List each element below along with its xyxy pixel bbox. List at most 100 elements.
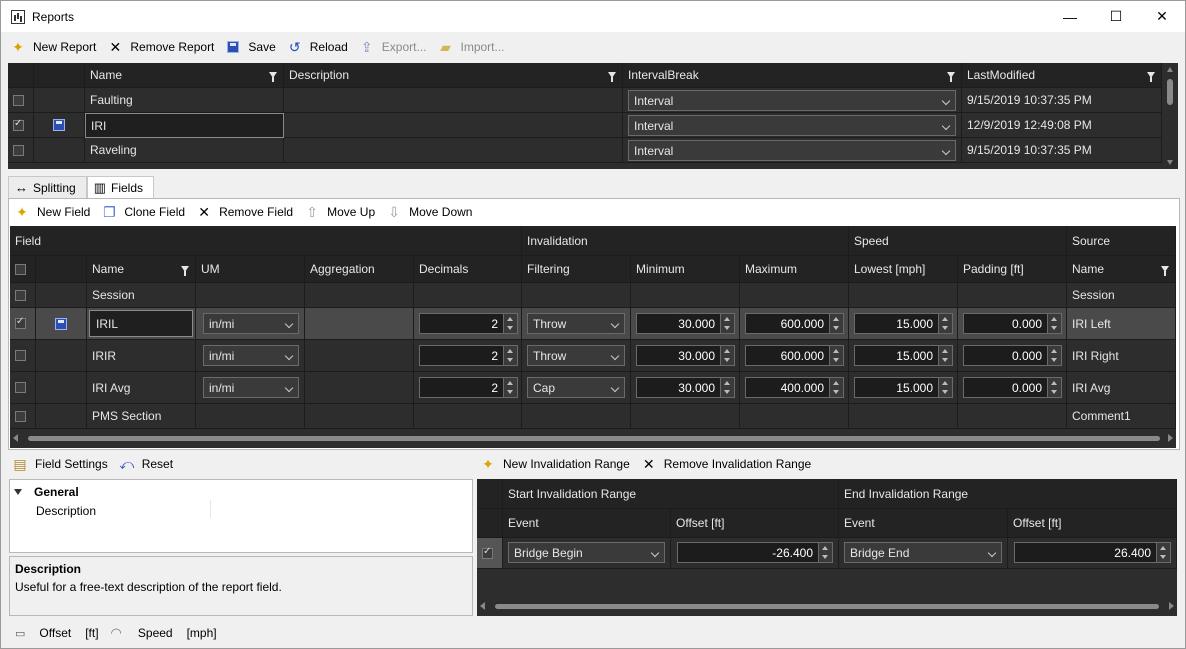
decimals-stepper[interactable]: 2 bbox=[419, 345, 518, 366]
spin-arrows-icon[interactable] bbox=[830, 377, 844, 398]
field-name-cell[interactable]: Session bbox=[87, 283, 196, 308]
scroll-left-icon[interactable] bbox=[13, 434, 18, 442]
horizontal-scrollbar[interactable] bbox=[10, 431, 1176, 445]
source-name-cell[interactable]: Session bbox=[1067, 283, 1176, 308]
source-name-cell[interactable]: IRI Left bbox=[1067, 308, 1176, 340]
tab-fields[interactable]: ▥ Fields bbox=[86, 176, 155, 199]
spin-arrows-icon[interactable] bbox=[504, 313, 518, 334]
move-up-button[interactable]: ⇧ Move Up bbox=[303, 201, 375, 223]
offset-unit[interactable]: [ft] bbox=[85, 626, 98, 640]
scroll-up-icon[interactable] bbox=[1167, 67, 1173, 72]
padding-value[interactable]: 0.000 bbox=[963, 377, 1048, 398]
horizontal-scrollbar[interactable] bbox=[477, 599, 1177, 613]
field-name-cell[interactable]: IRI Avg bbox=[87, 372, 196, 404]
lowest-stepper[interactable]: 15.000 bbox=[854, 313, 953, 334]
filter-icon[interactable] bbox=[269, 72, 277, 82]
report-description-cell[interactable] bbox=[284, 88, 623, 113]
row-checkbox[interactable] bbox=[13, 144, 24, 156]
column-header-minimum[interactable]: Minimum bbox=[631, 256, 740, 283]
column-header-maximum[interactable]: Maximum bbox=[740, 256, 849, 283]
scrollbar-thumb[interactable] bbox=[1167, 79, 1173, 105]
maximum-value[interactable]: 600.000 bbox=[745, 345, 830, 366]
spin-arrows-icon[interactable] bbox=[939, 313, 953, 334]
column-header-start-event[interactable]: Event bbox=[503, 509, 671, 538]
filtering-dropdown[interactable]: Throw bbox=[527, 345, 625, 366]
column-header-start-offset[interactable]: Offset [ft] bbox=[671, 509, 839, 538]
row-checkbox[interactable] bbox=[15, 289, 26, 301]
lowest-value[interactable]: 15.000 bbox=[854, 345, 939, 366]
column-header-description[interactable]: Description bbox=[284, 63, 623, 88]
spin-arrows-icon[interactable] bbox=[819, 542, 833, 563]
padding-stepper[interactable]: 0.000 bbox=[963, 313, 1062, 334]
column-header-source-name[interactable]: Name bbox=[1067, 256, 1176, 283]
interval-break-dropdown[interactable]: Interval bbox=[628, 115, 956, 136]
filtering-dropdown[interactable]: Throw bbox=[527, 313, 625, 334]
spin-arrows-icon[interactable] bbox=[1048, 313, 1062, 334]
reset-button[interactable]: ⤺ Reset bbox=[118, 453, 173, 475]
column-header-decimals[interactable]: Decimals bbox=[414, 256, 522, 283]
filter-icon[interactable] bbox=[608, 72, 616, 82]
new-field-button[interactable]: ✦ New Field bbox=[13, 201, 90, 223]
remove-report-button[interactable]: ✕ Remove Report bbox=[106, 36, 214, 58]
filter-icon[interactable] bbox=[947, 72, 955, 82]
vertical-scrollbar[interactable] bbox=[1162, 63, 1178, 169]
source-name-cell[interactable]: IRI Avg bbox=[1067, 372, 1176, 404]
collapse-icon[interactable] bbox=[14, 489, 22, 495]
spin-arrows-icon[interactable] bbox=[939, 345, 953, 366]
minimum-stepper[interactable]: 30.000 bbox=[636, 345, 735, 366]
um-dropdown[interactable]: in/mi bbox=[203, 345, 299, 366]
report-name-cell[interactable]: Faulting bbox=[85, 88, 284, 113]
padding-value[interactable]: 0.000 bbox=[963, 313, 1048, 334]
scroll-right-icon[interactable] bbox=[1168, 434, 1173, 442]
minimum-value[interactable]: 30.000 bbox=[636, 345, 721, 366]
select-all-checkbox[interactable] bbox=[15, 263, 26, 275]
speed-unit[interactable]: [mph] bbox=[187, 626, 217, 640]
interval-break-dropdown[interactable]: Interval bbox=[628, 90, 956, 111]
um-dropdown[interactable]: in/mi bbox=[203, 313, 299, 334]
lowest-value[interactable]: 15.000 bbox=[854, 313, 939, 334]
spin-arrows-icon[interactable] bbox=[830, 345, 844, 366]
column-header-end-event[interactable]: Event bbox=[839, 509, 1008, 538]
spin-arrows-icon[interactable] bbox=[1048, 377, 1062, 398]
save-button[interactable]: Save bbox=[224, 36, 276, 58]
minimum-value[interactable]: 30.000 bbox=[636, 377, 721, 398]
scroll-down-icon[interactable] bbox=[1167, 160, 1173, 165]
clone-field-button[interactable]: ❐ Clone Field bbox=[100, 201, 185, 223]
minimum-value[interactable]: 30.000 bbox=[636, 313, 721, 334]
filter-icon[interactable] bbox=[1147, 72, 1155, 82]
spin-arrows-icon[interactable] bbox=[721, 377, 735, 398]
maximum-stepper[interactable]: 600.000 bbox=[745, 345, 844, 366]
column-header-lowest[interactable]: Lowest [mph] bbox=[849, 256, 958, 283]
maximum-stepper[interactable]: 400.000 bbox=[745, 377, 844, 398]
reload-button[interactable]: ↺ Reload bbox=[286, 36, 348, 58]
spin-arrows-icon[interactable] bbox=[721, 345, 735, 366]
source-name-cell[interactable]: IRI Right bbox=[1067, 340, 1176, 372]
row-checkbox[interactable] bbox=[15, 382, 26, 393]
property-description-value[interactable] bbox=[210, 500, 470, 518]
decimals-value[interactable]: 2 bbox=[419, 345, 504, 366]
report-name-cell[interactable]: Raveling bbox=[85, 138, 284, 163]
column-header-end-offset[interactable]: Offset [ft] bbox=[1008, 509, 1177, 538]
close-button[interactable]: ✕ bbox=[1139, 1, 1185, 32]
remove-invalidation-range-button[interactable]: ✕ Remove Invalidation Range bbox=[640, 453, 811, 475]
spin-arrows-icon[interactable] bbox=[504, 345, 518, 366]
lowest-stepper[interactable]: 15.000 bbox=[854, 345, 953, 366]
start-offset-value[interactable]: -26.400 bbox=[677, 542, 819, 563]
row-checkbox[interactable] bbox=[13, 94, 24, 106]
scroll-right-icon[interactable] bbox=[1169, 602, 1174, 610]
import-button[interactable]: ▰ Import... bbox=[436, 36, 504, 58]
column-header-filtering[interactable]: Filtering bbox=[522, 256, 631, 283]
maximum-value[interactable]: 600.000 bbox=[745, 313, 830, 334]
minimum-stepper[interactable]: 30.000 bbox=[636, 313, 735, 334]
um-dropdown[interactable]: in/mi bbox=[203, 377, 299, 398]
row-checkbox[interactable] bbox=[482, 546, 493, 559]
interval-break-dropdown[interactable]: Interval bbox=[628, 140, 956, 161]
move-down-button[interactable]: ⇩ Move Down bbox=[385, 201, 472, 223]
filter-icon[interactable] bbox=[181, 266, 189, 276]
report-description-cell[interactable] bbox=[284, 113, 623, 138]
field-settings-button[interactable]: ▤ Field Settings bbox=[11, 453, 107, 475]
remove-field-button[interactable]: ✕ Remove Field bbox=[195, 201, 293, 223]
end-event-dropdown[interactable]: Bridge End bbox=[844, 542, 1002, 563]
minimum-stepper[interactable]: 30.000 bbox=[636, 377, 735, 398]
maximum-value[interactable]: 400.000 bbox=[745, 377, 830, 398]
